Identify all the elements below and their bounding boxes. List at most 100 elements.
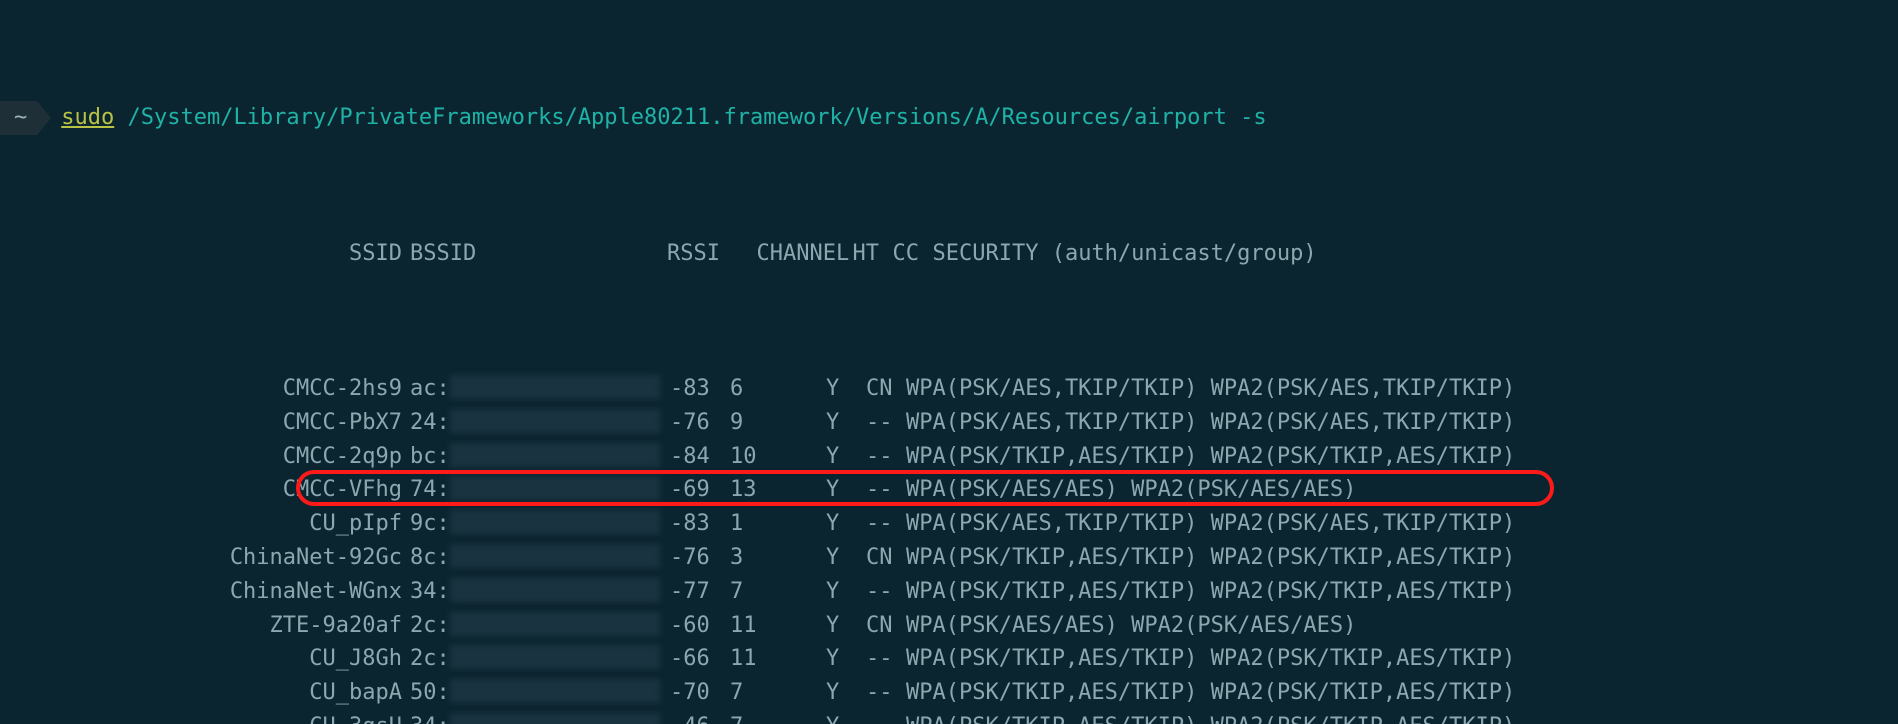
- cell-rssi: -60: [670, 609, 730, 643]
- cell-ssid: CMCC-2q9p: [0, 440, 410, 474]
- redacted-region: [450, 713, 660, 724]
- sudo-keyword: sudo: [61, 105, 114, 130]
- hdr-bssid: BSSID: [410, 237, 480, 271]
- cell-channel: 11: [730, 609, 826, 643]
- chevron-right-icon: [37, 101, 51, 135]
- hdr-ssid: SSID: [0, 237, 410, 271]
- cell-rssi: -69: [670, 473, 730, 507]
- cell-ssid: CU_3gsU: [0, 710, 410, 724]
- cell-ht: Y: [826, 710, 866, 724]
- table-row: ChinaNet-WGnx34:-777Y--WPA(PSK/TKIP,AES/…: [0, 575, 1898, 609]
- cell-bssid: 8c:: [410, 541, 670, 575]
- cell-bssid: 50:: [410, 676, 670, 710]
- cell-ssid: CU_bapA: [0, 676, 410, 710]
- hdr-security: SECURITY (auth/unicast/group): [933, 237, 1317, 271]
- cell-rssi: -46: [670, 710, 730, 724]
- cell-channel: 3: [730, 541, 826, 575]
- cell-rssi: -70: [670, 676, 730, 710]
- cell-rssi: -83: [670, 507, 730, 541]
- cell-ssid: ChinaNet-92Gc: [0, 541, 410, 575]
- command-text: sudo /System/Library/PrivateFrameworks/A…: [61, 101, 1266, 135]
- cell-security: WPA(PSK/TKIP,AES/TKIP) WPA2(PSK/TKIP,AES…: [906, 541, 1515, 575]
- cell-channel: 7: [730, 575, 826, 609]
- cell-bssid: 34:: [410, 710, 670, 724]
- cell-security: WPA(PSK/TKIP,AES/TKIP) WPA2(PSK/TKIP,AES…: [906, 710, 1515, 724]
- cell-cc: CN: [866, 541, 906, 575]
- table-header: SSIDBSSIDRSSI CHANNELHTCCSECURITY (auth/…: [0, 237, 1898, 271]
- table-row: CU_pIpf9c:-831Y--WPA(PSK/AES,TKIP/TKIP) …: [0, 507, 1898, 541]
- cell-ssid: ChinaNet-WGnx: [0, 575, 410, 609]
- cell-channel: 7: [730, 676, 826, 710]
- table-row: ZTE-9a20af2c:-6011YCNWPA(PSK/AES/AES) WP…: [0, 609, 1898, 643]
- cell-cc: --: [866, 507, 906, 541]
- cell-cc: CN: [866, 609, 906, 643]
- cell-bssid: 34:: [410, 575, 670, 609]
- cell-ht: Y: [826, 473, 866, 507]
- table-row: CU_J8Gh2c:-6611Y--WPA(PSK/TKIP,AES/TKIP)…: [0, 642, 1898, 676]
- cell-security: WPA(PSK/TKIP,AES/TKIP) WPA2(PSK/TKIP,AES…: [906, 440, 1515, 474]
- cell-ht: Y: [826, 406, 866, 440]
- prompt-badge: ~: [0, 101, 37, 135]
- cell-cc: --: [866, 406, 906, 440]
- table-body: CMCC-2hs9ac:-836YCNWPA(PSK/AES,TKIP/TKIP…: [0, 372, 1898, 724]
- cell-cc: --: [866, 642, 906, 676]
- redacted-region: [450, 612, 660, 636]
- redacted-region: [450, 443, 660, 467]
- cell-rssi: -77: [670, 575, 730, 609]
- cell-security: WPA(PSK/AES,TKIP/TKIP) WPA2(PSK/AES,TKIP…: [906, 406, 1515, 440]
- redacted-region: [450, 645, 660, 669]
- cell-ssid: CU_J8Gh: [0, 642, 410, 676]
- cell-rssi: -76: [670, 541, 730, 575]
- table-row: CMCC-VFhg74:-6913Y--WPA(PSK/AES/AES) WPA…: [0, 473, 1898, 507]
- cell-bssid: ac:: [410, 372, 670, 406]
- cell-cc: --: [866, 440, 906, 474]
- cell-ht: Y: [826, 642, 866, 676]
- cell-ssid: CMCC-2hs9: [0, 372, 410, 406]
- cell-ht: Y: [826, 541, 866, 575]
- hdr-ht: HT: [853, 237, 893, 271]
- cell-security: WPA(PSK/AES,TKIP/TKIP) WPA2(PSK/AES,TKIP…: [906, 372, 1515, 406]
- cell-bssid: 74:: [410, 473, 670, 507]
- redacted-region: [450, 409, 660, 433]
- cell-rssi: -83: [670, 372, 730, 406]
- cell-cc: CN: [866, 372, 906, 406]
- cell-security: WPA(PSK/TKIP,AES/TKIP) WPA2(PSK/TKIP,AES…: [906, 676, 1515, 710]
- redacted-region: [450, 476, 660, 500]
- cell-security: WPA(PSK/AES/AES) WPA2(PSK/AES/AES): [906, 473, 1356, 507]
- cell-channel: 13: [730, 473, 826, 507]
- cell-channel: 1: [730, 507, 826, 541]
- cell-ht: Y: [826, 575, 866, 609]
- cell-rssi: -76: [670, 406, 730, 440]
- cell-security: WPA(PSK/TKIP,AES/TKIP) WPA2(PSK/TKIP,AES…: [906, 575, 1515, 609]
- terminal-output[interactable]: ~ sudo /System/Library/PrivateFrameworks…: [0, 0, 1898, 724]
- redacted-region: [450, 544, 660, 568]
- prompt-line: ~ sudo /System/Library/PrivateFrameworks…: [0, 101, 1898, 135]
- table-row: ChinaNet-92Gc8c:-763YCNWPA(PSK/TKIP,AES/…: [0, 541, 1898, 575]
- cell-ht: Y: [826, 609, 866, 643]
- cell-ssid: ZTE-9a20af: [0, 609, 410, 643]
- cell-bssid: bc:: [410, 440, 670, 474]
- table-row: CMCC-2q9pbc:-8410Y--WPA(PSK/TKIP,AES/TKI…: [0, 440, 1898, 474]
- cell-security: WPA(PSK/AES/AES) WPA2(PSK/AES/AES): [906, 609, 1356, 643]
- hdr-rssi: RSSI: [480, 237, 730, 271]
- cell-ht: Y: [826, 372, 866, 406]
- cell-ssid: CU_pIpf: [0, 507, 410, 541]
- table-row: CU_3gsU34:-467Y--WPA(PSK/TKIP,AES/TKIP) …: [0, 710, 1898, 724]
- cell-bssid: 9c:: [410, 507, 670, 541]
- cell-cc: --: [866, 710, 906, 724]
- cell-ht: Y: [826, 676, 866, 710]
- cell-ssid: CMCC-PbX7: [0, 406, 410, 440]
- redacted-region: [450, 375, 660, 399]
- cell-rssi: -84: [670, 440, 730, 474]
- cell-ht: Y: [826, 507, 866, 541]
- table-row: CMCC-2hs9ac:-836YCNWPA(PSK/AES,TKIP/TKIP…: [0, 372, 1898, 406]
- cell-channel: 6: [730, 372, 826, 406]
- cell-bssid: 2c:: [410, 609, 670, 643]
- cell-cc: --: [866, 473, 906, 507]
- table-row: CU_bapA50:-707Y--WPA(PSK/TKIP,AES/TKIP) …: [0, 676, 1898, 710]
- redacted-region: [450, 510, 660, 534]
- cell-channel: 9: [730, 406, 826, 440]
- cell-security: WPA(PSK/TKIP,AES/TKIP) WPA2(PSK/TKIP,AES…: [906, 642, 1515, 676]
- redacted-region: [450, 679, 660, 703]
- table-row: CMCC-PbX724:-769Y--WPA(PSK/AES,TKIP/TKIP…: [0, 406, 1898, 440]
